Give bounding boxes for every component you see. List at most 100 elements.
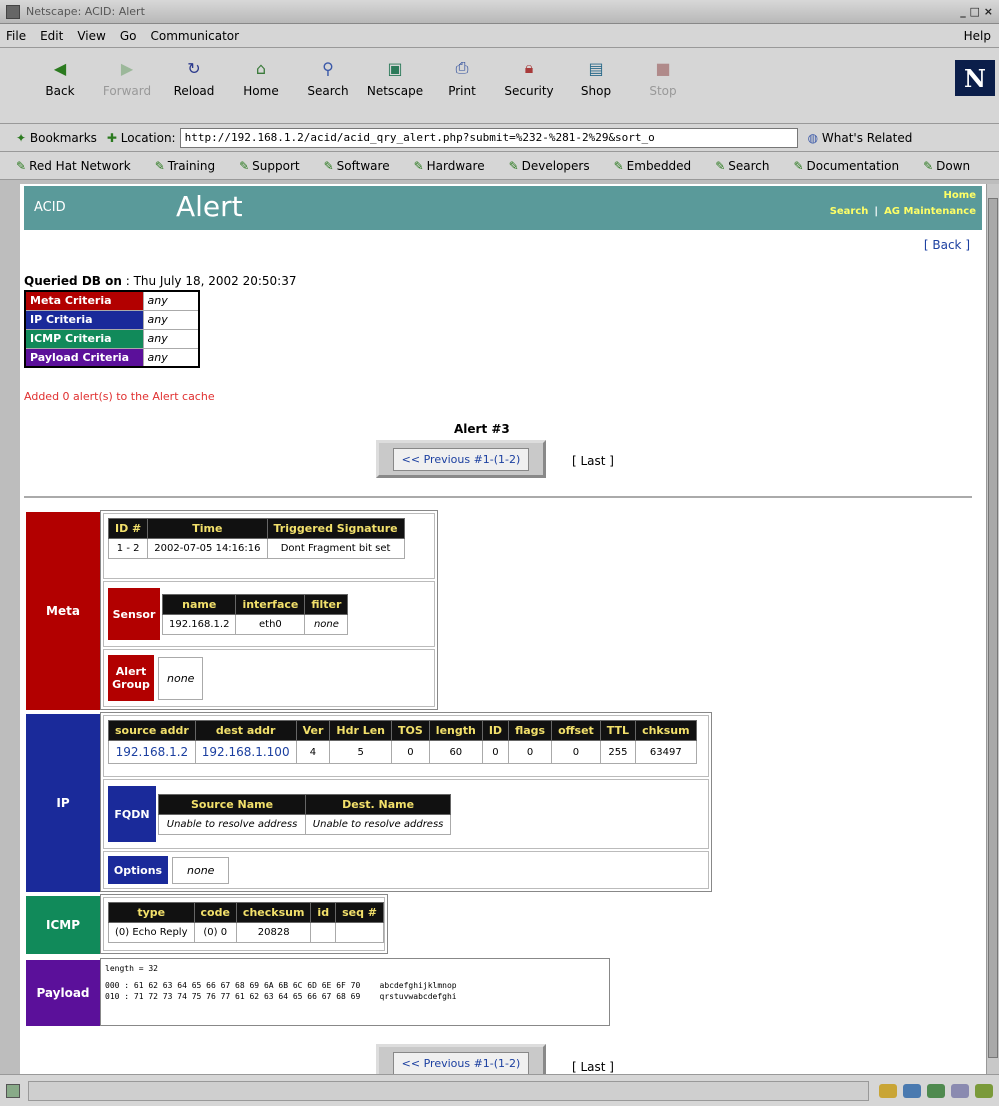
col-checksum[interactable]: checksum	[235, 902, 312, 923]
col-id[interactable]: ID	[481, 720, 510, 741]
col-type[interactable]: type	[108, 902, 195, 923]
col-filter[interactable]: filter	[304, 593, 349, 615]
bookmark-hardware[interactable]: ✎ Hardware	[414, 159, 497, 173]
home-button[interactable]: ⌂ Home	[229, 56, 293, 99]
window-controls[interactable]: _ □ ×	[960, 5, 993, 18]
navigator-icon[interactable]	[879, 1083, 897, 1098]
back-button[interactable]: ◀ Back	[28, 56, 92, 99]
bookmark-search[interactable]: ✎ Search	[715, 159, 781, 173]
stop-label: Stop	[649, 84, 677, 98]
col-chksum[interactable]: chksum	[635, 720, 697, 741]
bookmark-link-icon: ✎	[16, 158, 27, 173]
col-dest-addr[interactable]: dest addr	[194, 720, 297, 741]
search-icon: ⚲	[322, 58, 334, 78]
bookmark-software[interactable]: ✎ Software	[324, 159, 402, 173]
back-link[interactable]: [ Back ]	[924, 238, 970, 252]
last-link[interactable]: [ Last ]	[572, 454, 614, 468]
col-source-addr[interactable]: source addr	[108, 720, 196, 741]
col-ttl[interactable]: TTL	[599, 720, 637, 741]
forward-button[interactable]: ▶ Forward	[95, 56, 159, 99]
netscape-button[interactable]: ▣ Netscape	[363, 56, 427, 99]
search-link[interactable]: Search	[830, 206, 869, 217]
bookmarks-button[interactable]: ✦ Bookmarks	[16, 131, 97, 145]
meta-table: ID # Time Triggered Signature 1 - 2 2002…	[107, 518, 405, 559]
icmp-header-row: type code checksum id seq #	[108, 902, 385, 923]
col-signature[interactable]: Triggered Signature	[266, 518, 405, 539]
col-id[interactable]: ID #	[107, 518, 149, 539]
reload-label: Reload	[173, 84, 215, 98]
netscape-logo[interactable]: N	[955, 60, 995, 96]
last-link-bottom[interactable]: [ Last ]	[572, 1060, 614, 1074]
bookmark-down[interactable]: ✎ Down	[923, 159, 982, 173]
queried-db: Queried DB on : Thu July 18, 2002 20:50:…	[24, 274, 296, 288]
cell-id[interactable]: 1 - 2	[107, 538, 149, 559]
menu-view[interactable]: View	[77, 29, 105, 43]
cell-dest-addr[interactable]: 192.168.1.100	[194, 740, 297, 764]
shop-button[interactable]: ▤ Shop	[564, 56, 628, 99]
payload-section-label: Payload	[26, 960, 100, 1026]
col-tos[interactable]: TOS	[391, 720, 430, 741]
col-offset[interactable]: offset	[551, 720, 601, 741]
menu-go[interactable]: Go	[120, 29, 137, 43]
previous-button[interactable]: << Previous #1-(1-2)	[392, 447, 530, 471]
col-name[interactable]: name	[161, 593, 237, 615]
col-source-name[interactable]: Source Name	[157, 793, 307, 815]
mail-icon[interactable]	[903, 1083, 921, 1098]
ag-maintenance-link[interactable]: AG Maintenance	[884, 206, 976, 217]
scrollbar-thumb[interactable]	[988, 198, 998, 1058]
menu-file[interactable]: File	[6, 29, 26, 43]
cell-id: 0	[481, 740, 510, 764]
discussion-icon[interactable]	[927, 1083, 945, 1098]
meta-criteria-label[interactable]: Meta Criteria	[24, 290, 144, 311]
col-ver[interactable]: Ver	[295, 720, 331, 741]
sensor-header-row: name interface filter	[161, 593, 349, 615]
icmp-criteria-label[interactable]: ICMP Criteria	[24, 328, 144, 349]
cache-message: Added 0 alert(s) to the Alert cache	[24, 390, 215, 403]
col-flags[interactable]: flags	[508, 720, 553, 741]
col-time[interactable]: Time	[147, 518, 268, 539]
check-icon[interactable]	[975, 1083, 993, 1098]
sensor-label: Sensor	[108, 588, 160, 640]
location-label: ✚ Location:	[107, 131, 176, 145]
composer-icon[interactable]	[951, 1083, 969, 1098]
vertical-scrollbar[interactable]	[986, 184, 999, 1074]
col-seq[interactable]: seq #	[335, 902, 385, 923]
col-interface[interactable]: interface	[235, 593, 306, 615]
cell-source-name: Unable to resolve address	[157, 813, 307, 835]
print-icon: ⎙	[455, 58, 469, 77]
window-title: Netscape: ACID: Alert	[26, 5, 145, 18]
bookmark-red-hat-network[interactable]: ✎ Red Hat Network	[16, 159, 143, 173]
search-button[interactable]: ⚲ Search	[296, 56, 360, 99]
menu-edit[interactable]: Edit	[40, 29, 63, 43]
reload-button[interactable]: ↻ Reload	[162, 56, 226, 99]
menu-help[interactable]: Help	[964, 29, 991, 43]
queried-value: : Thu July 18, 2002 20:50:37	[121, 274, 297, 288]
home-link[interactable]: Home	[830, 188, 976, 204]
col-icmp-id[interactable]: id	[310, 902, 337, 923]
security-button[interactable]: 🔒︎ Security	[497, 56, 561, 98]
bookmark-training[interactable]: ✎ Training	[155, 159, 227, 173]
whats-related-button[interactable]: ◍ What's Related	[808, 131, 913, 145]
cell-signature[interactable]: Dont Fragment bit set	[266, 538, 405, 559]
col-dest-name[interactable]: Dest. Name	[305, 793, 452, 815]
menu-communicator[interactable]: Communicator	[150, 29, 239, 43]
cell-source-addr[interactable]: 192.168.1.2	[108, 740, 196, 764]
stop-button[interactable]: ■ Stop	[631, 56, 695, 99]
related-label: What's Related	[821, 130, 913, 145]
previous-button-bottom[interactable]: << Previous #1-(1-2)	[392, 1051, 530, 1074]
print-button[interactable]: ⎙ Print	[430, 56, 494, 98]
bookmark-developers[interactable]: ✎ Developers	[509, 159, 602, 173]
cell-sensor-name[interactable]: 192.168.1.2	[161, 613, 237, 635]
url-field[interactable]: http://192.168.1.2/acid/acid_qry_alert.p…	[179, 127, 798, 148]
bookmark-support[interactable]: ✎ Support	[239, 159, 312, 173]
col-length[interactable]: length	[428, 720, 483, 741]
table-row: 1 - 2 2002-07-05 14:16:16 Dont Fragment …	[107, 538, 405, 559]
bookmark-label: Hardware	[426, 158, 485, 173]
col-hdr-len[interactable]: Hdr Len	[329, 720, 393, 741]
payload-criteria-label[interactable]: Payload Criteria	[24, 347, 144, 368]
ip-criteria-label[interactable]: IP Criteria	[24, 309, 144, 330]
col-code[interactable]: code	[193, 902, 237, 923]
cell-filter: none	[304, 613, 349, 635]
bookmark-documentation[interactable]: ✎ Documentation	[793, 159, 911, 173]
bookmark-embedded[interactable]: ✎ Embedded	[614, 159, 704, 173]
